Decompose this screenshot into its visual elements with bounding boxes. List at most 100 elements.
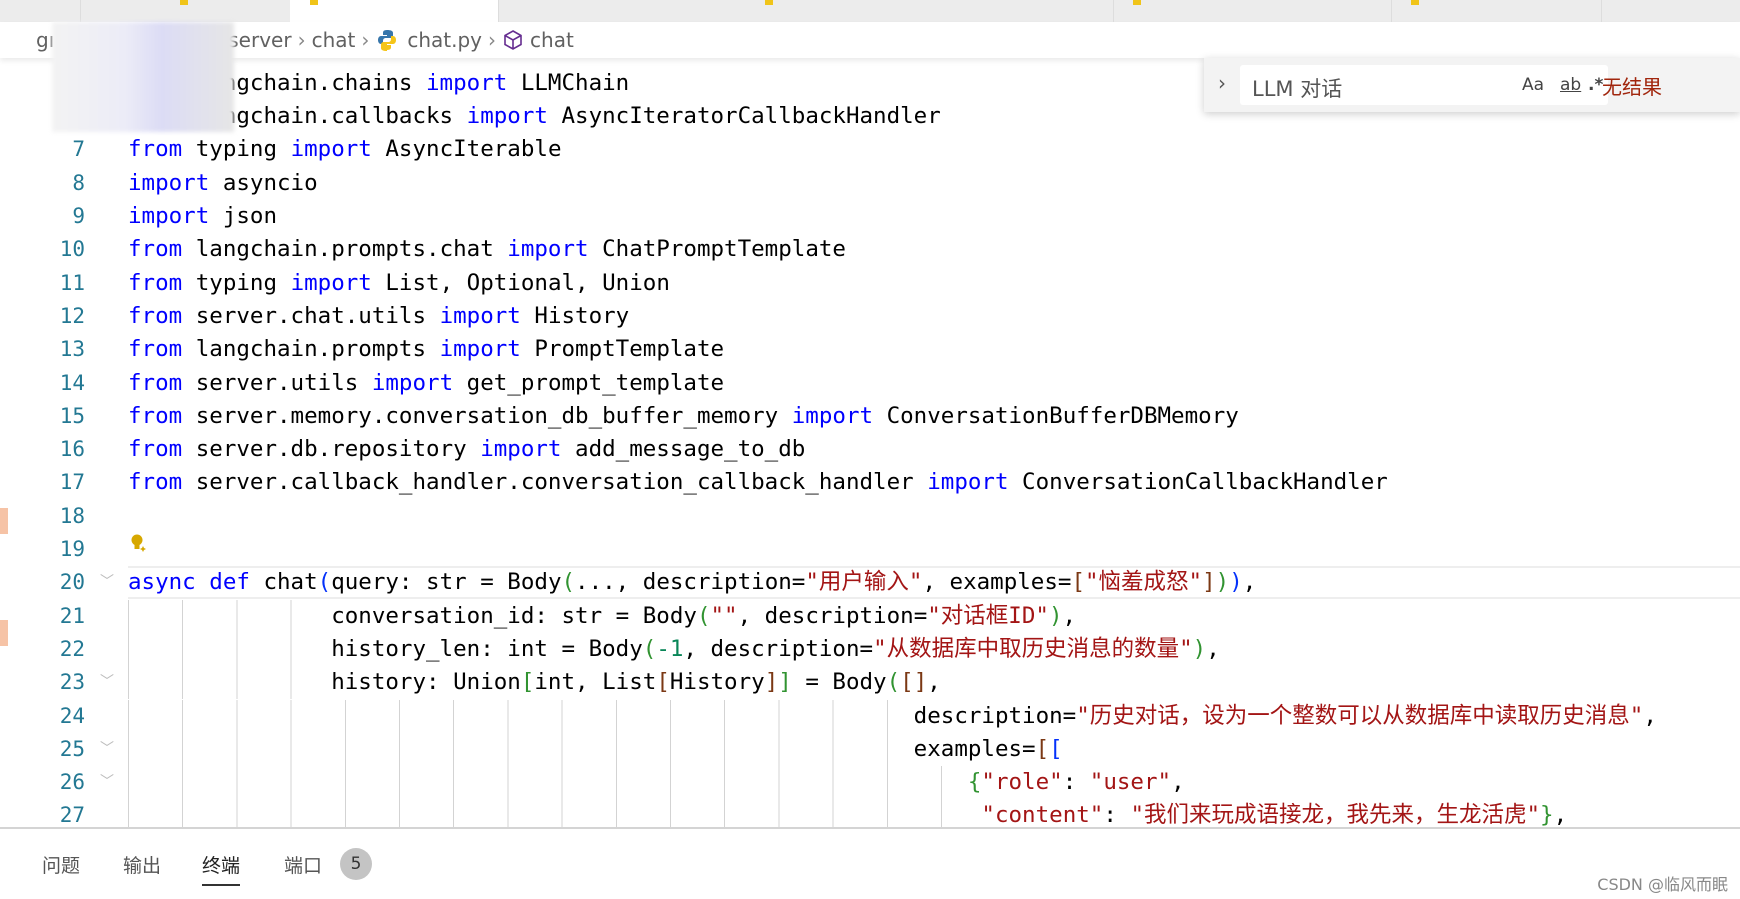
code-line[interactable]: 25 ﹀ examples=[[ [0, 732, 1740, 766]
code-token: from [128, 436, 183, 463]
fold-chevron-icon[interactable]: ﹀ [100, 766, 114, 799]
code-token: ( [561, 569, 576, 596]
change-marker [0, 508, 8, 534]
code-token: import [128, 203, 210, 229]
code-line[interactable]: 14 from server.utils import get_prompt_te… [0, 367, 1740, 400]
code-line[interactable]: 8 import asyncio [0, 167, 1740, 200]
code-line[interactable]: 19 [0, 533, 1740, 566]
code-token: ConversationCallbackHandler [1008, 469, 1388, 496]
lightbulb-sparkle-icon[interactable] [130, 534, 146, 552]
line-number: 23 [59, 670, 85, 695]
code-token: , [1553, 802, 1568, 827]
whole-word-icon[interactable]: ab [1560, 75, 1581, 95]
code-token: PromptTemplate [520, 336, 725, 363]
code-token: ( [642, 635, 657, 662]
code-line[interactable]: 16 from server.db.repository import add_m… [0, 433, 1740, 466]
code-token: "我们来玩成语接龙，我先来，生龙活虎" [1130, 802, 1541, 827]
code-token: , [1242, 569, 1257, 596]
line-number: 26 [59, 770, 85, 795]
match-case-icon[interactable]: Aa [1522, 75, 1544, 95]
editor-tab[interactable] [80, 0, 291, 22]
line-number: 18 [59, 503, 85, 528]
breadcrumb-item-server[interactable]: server [228, 28, 291, 52]
editor-tab-active[interactable] [290, 0, 499, 22]
code-token: history: Union [128, 669, 521, 696]
code-line[interactable]: 23 ﹀ history: Union[int, List[History]] =… [0, 666, 1740, 700]
code-token: : [1062, 769, 1090, 796]
code-token: from [128, 469, 183, 496]
editor-tab[interactable] [1113, 0, 1392, 22]
code-token: server.db.repository [182, 436, 481, 463]
breadcrumb-item-file[interactable]: chat.py [407, 28, 482, 52]
code-line[interactable]: 18 [0, 500, 1740, 533]
code-text: from typing import List, Optional, Union [128, 267, 670, 300]
code-text: "content": "我们来玩成语接龙，我先来，生龙活虎"}, [128, 799, 1567, 827]
code-token: "content" [981, 802, 1104, 827]
line-number: 13 [59, 337, 85, 362]
code-token: ] [764, 669, 779, 696]
code-token: , examples= [922, 569, 1072, 596]
code-token: query: str = Body [331, 569, 562, 596]
line-number: 11 [59, 270, 85, 295]
find-input[interactable]: LLM 对话 Aa ab .* [1240, 65, 1608, 105]
editor-tab[interactable] [0, 0, 81, 22]
code-token: AsyncIterable [371, 136, 562, 163]
line-number: 14 [59, 370, 85, 395]
code-token: ] [778, 669, 792, 696]
code-line[interactable]: 22 history_len: int = Body(-1, descripti… [0, 632, 1740, 666]
code-line[interactable]: 24 description="历史对话，设为一个整数可以从数据库中读取历史消息… [0, 699, 1740, 733]
editor-tab[interactable] [745, 0, 1114, 22]
code-line[interactable]: 9 import json [0, 200, 1740, 233]
line-number: 22 [59, 636, 85, 661]
code-text: history_len: int = Body(-1, description=… [128, 633, 1220, 666]
code-text: from server.chat.utils import History [128, 300, 629, 333]
code-token: from [128, 136, 183, 163]
toggle-replace-chevron-icon[interactable]: › [1218, 71, 1226, 95]
panel-tab-problems[interactable]: 问题 [42, 851, 80, 878]
find-query: LLM 对话 [1252, 77, 1343, 101]
panel-tab-output[interactable]: 输出 [123, 851, 161, 878]
fold-chevron-icon[interactable]: ﹀ [100, 733, 114, 766]
code-line[interactable]: 7 from typing import AsyncIterable [0, 133, 1740, 166]
code-line[interactable]: 20 ﹀ async def chat(query: str = Body(...,… [0, 566, 1740, 600]
code-token: import [439, 302, 521, 329]
breadcrumb-item-symbol[interactable]: chat [530, 28, 574, 52]
code-token: langchain.prompts.chat [182, 236, 508, 263]
code-token: "历史对话，设为一个整数可以从数据库中读取历史消息" [1076, 702, 1644, 729]
code-line[interactable]: 15 from server.memory.conversation_db_buf… [0, 400, 1740, 433]
code-line[interactable]: 12 from server.chat.utils import History [0, 300, 1740, 333]
code-token: [ [1071, 569, 1085, 596]
code-text: from langchain.prompts.chat import ChatP… [128, 233, 846, 266]
breadcrumb-item-chat-folder[interactable]: chat [312, 28, 356, 52]
code-token: server.utils [182, 369, 372, 396]
code-token: typing [182, 269, 291, 296]
line-number: 17 [59, 470, 85, 495]
code-line[interactable]: 11 from typing import List, Optional, Uni… [0, 267, 1740, 300]
panel-tab-terminal[interactable]: 终端 [202, 851, 241, 886]
code-line[interactable]: 26 ﹀ {"role": "user", [0, 766, 1740, 800]
code-token: , description= [683, 635, 874, 662]
fold-chevron-icon[interactable]: ﹀ [100, 566, 114, 599]
breadcrumb: gı server › chat › chat.py › chat [0, 22, 1740, 58]
fold-chevron-icon[interactable]: ﹀ [100, 666, 114, 699]
editor-tab[interactable] [1391, 0, 1602, 22]
code-token: import [371, 369, 454, 396]
code-editor[interactable]: 5from langchain.chains import LLMChain6f… [0, 0, 1740, 827]
code-token: ) [1192, 635, 1207, 662]
code-line[interactable]: 10 from langchain.prompts.chat import Cha… [0, 233, 1740, 266]
code-line[interactable]: 21 conversation_id: str = Body("", descr… [0, 599, 1740, 633]
code-text: from server.memory.conversation_db_buffe… [128, 400, 1239, 433]
code-line[interactable]: 17 from server.callback_handler.conversat… [0, 466, 1740, 499]
line-number: 20 [59, 570, 85, 595]
panel-tab-ports[interactable]: 端口 [284, 851, 322, 878]
code-token: import [290, 136, 372, 163]
chevron-right-icon: › [361, 28, 370, 52]
editor-tab-bar [0, 0, 1740, 22]
code-token: ) [1048, 602, 1063, 629]
code-line[interactable]: 27 "content": "我们来玩成语接龙，我先来，生龙活虎"}, [0, 799, 1740, 827]
code-token: ChatPromptTemplate [588, 236, 846, 263]
code-line[interactable]: 13 from langchain.prompts import PromptTe… [0, 333, 1740, 366]
code-token: import [480, 436, 562, 463]
code-token: server.memory.conversation_db_buffer_mem… [182, 402, 792, 429]
